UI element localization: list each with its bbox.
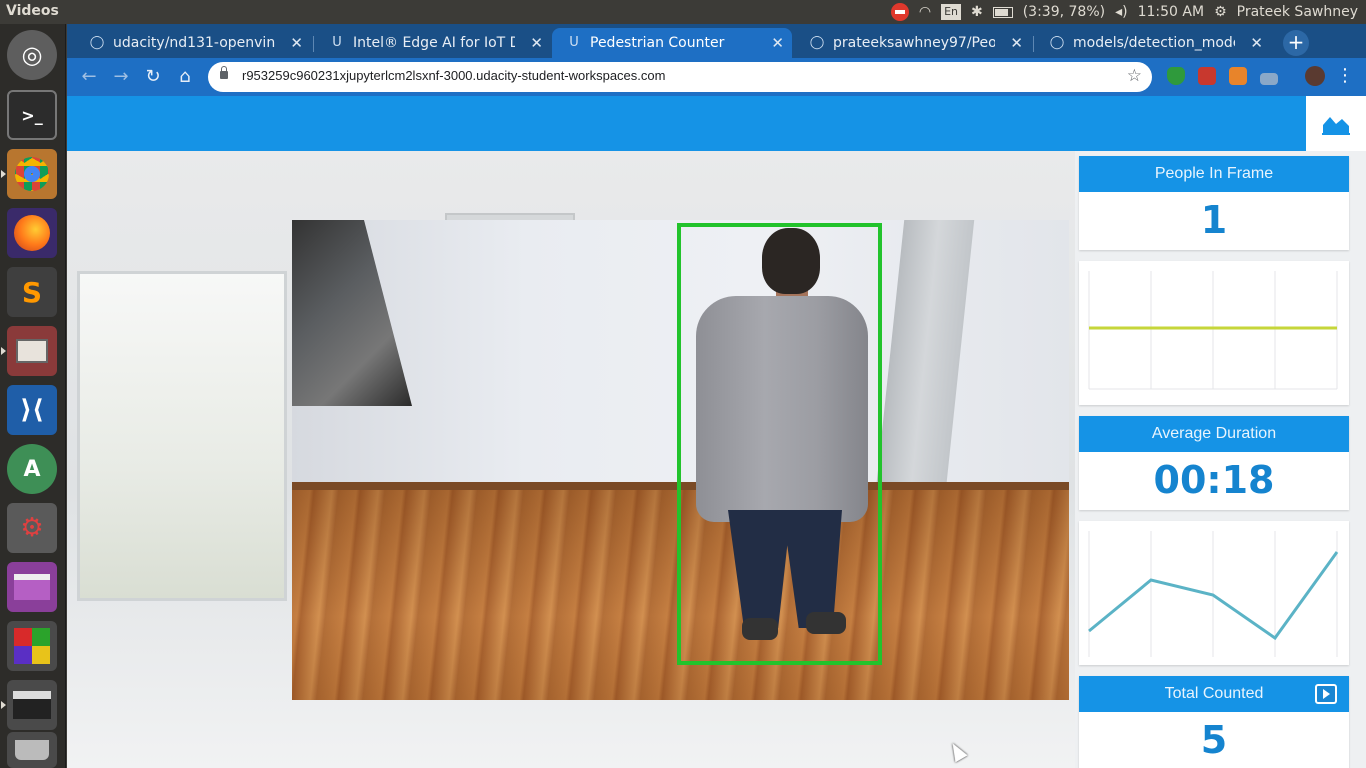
avatar[interactable] [1305,66,1325,86]
people-in-frame-value: 1 [1200,198,1228,242]
app-header-bar [67,96,1366,151]
background-window [77,271,287,601]
firefox-icon[interactable] [7,208,57,258]
total-counted-card: Total Counted 5 [1079,676,1349,768]
unity-launcher: ◎ >_ S ⟩⟨ A ⚙ [0,24,66,768]
average-duration-chart [1079,521,1349,665]
people-chart-svg [1088,271,1338,390]
battery-icon[interactable] [992,6,1013,18]
fox-extension-icon[interactable] [1229,67,1247,85]
udacity-icon: U [569,35,579,50]
sublime-text-icon[interactable]: S [7,267,57,317]
video-frame[interactable] [292,220,1069,700]
tab-label: udacity/nd131-openvino-f [113,35,275,51]
person-bounding-box [677,223,882,665]
bars-extension-icon[interactable] [1260,73,1278,85]
vscode-icon[interactable]: ⟩⟨ [7,385,57,435]
total-counted-label: Total Counted [1164,685,1264,702]
average-duration-label: Average Duration [1079,416,1349,452]
tab-intel-edge-ai[interactable]: U Intel® Edge AI for IoT Dev ✕ [315,28,551,58]
url-text[interactable]: r953259c960231xjupyterlcm2lsxnf-3000.uda… [242,68,665,83]
back-button[interactable]: ← [77,65,101,89]
average-duration-card: Average Duration 00:18 [1079,416,1349,510]
browser-toolbar: ← → ↻ ⌂ r953259c960231xjupyterlcm2lsxnf-… [67,58,1366,96]
tab-label: Intel® Edge AI for IoT Dev [353,35,515,51]
chrome-icon[interactable] [1,149,57,199]
play-icon[interactable] [1315,684,1337,704]
files-icon[interactable] [1,326,57,376]
duration-chart-svg [1088,531,1339,657]
close-icon[interactable]: ✕ [530,34,543,52]
tab-label: models/detection_model [1073,35,1235,51]
user-name[interactable]: Prateek Sawhney [1237,4,1358,20]
browser-tab-strip: ◯ udacity/nd131-openvino-f ✕ U Intel® Ed… [67,24,1366,58]
clock[interactable]: 11:50 AM [1138,4,1204,20]
bluetooth-icon[interactable]: ✱ [971,4,983,20]
udacity-icon: U [332,35,342,50]
github-icon: ◯ [809,35,825,50]
reload-button[interactable]: ↻ [141,65,165,89]
trash-icon[interactable] [7,732,57,768]
active-app-title: Videos [6,3,59,19]
forward-button[interactable]: → [109,65,133,89]
android-studio-icon[interactable]: A [7,444,57,494]
tab-label: prateeksawhney97/Peopl [833,35,995,51]
stats-toggle-button[interactable] [1306,96,1366,151]
close-icon[interactable]: ✕ [771,34,784,52]
average-duration-value: 00:18 [1153,458,1275,502]
system-settings-icon[interactable]: ⚙ [7,503,57,553]
tab-models-detection[interactable]: ◯ models/detection_model ✕ [1035,28,1271,58]
people-in-frame-chart [1079,261,1349,405]
people-in-frame-card: People In Frame 1 [1079,156,1349,250]
github-icon: ◯ [89,35,105,50]
wifi-icon[interactable]: ◠ [919,4,931,20]
tab-udacity-openvino[interactable]: ◯ udacity/nd131-openvino-f ✕ [75,28,311,58]
system-top-bar: Videos ◠ En ✱ (3:39, 78%) ◂) 11:50 AM ⚙ … [0,0,1366,24]
tab-prateeksawhney-people[interactable]: ◯ prateeksawhney97/Peopl ✕ [795,28,1031,58]
tab-label: Pedestrian Counter [590,35,725,51]
ubuntu-dash-icon[interactable]: ◎ [7,30,57,80]
home-button[interactable]: ⌂ [173,65,197,89]
github-icon: ◯ [1049,35,1065,50]
lock-icon[interactable] [220,66,228,79]
bookmark-star-icon[interactable]: ☆ [1127,66,1142,86]
app-window-icon[interactable] [7,562,57,612]
total-counted-value: 5 [1200,718,1228,762]
keyboard-layout-indicator[interactable]: En [941,4,961,20]
video-player-icon[interactable] [1,680,57,730]
battery-status[interactable]: (3:39, 78%) [1023,4,1105,20]
address-bar[interactable]: r953259c960231xjupyterlcm2lsxnf-3000.uda… [208,62,1152,92]
terminal-icon[interactable]: >_ [7,90,57,140]
red-extension-icon[interactable] [1198,67,1216,85]
pedestrian-counter-page: People In Frame 1 Average Duration 00:18… [67,96,1366,768]
new-tab-button[interactable]: + [1283,30,1309,56]
close-icon[interactable]: ✕ [1250,34,1263,52]
close-icon[interactable]: ✕ [290,34,303,52]
area-chart-icon [1322,116,1350,135]
shield-extension-icon[interactable] [1167,67,1185,85]
close-icon[interactable]: ✕ [1010,34,1023,52]
system-tray: ◠ En ✱ (3:39, 78%) ◂) 11:50 AM ⚙ Prateek… [890,3,1358,21]
total-counted-header: Total Counted [1079,676,1349,712]
volume-icon[interactable]: ◂) [1115,4,1128,20]
color-grid-icon[interactable] [7,621,57,671]
no-entry-icon[interactable] [890,3,909,21]
menu-dots-icon[interactable]: ⋮ [1336,65,1354,87]
tab-pedestrian-counter[interactable]: U Pedestrian Counter ✕ [552,28,792,58]
gear-icon[interactable]: ⚙ [1214,4,1227,20]
people-in-frame-label: People In Frame [1079,156,1349,192]
